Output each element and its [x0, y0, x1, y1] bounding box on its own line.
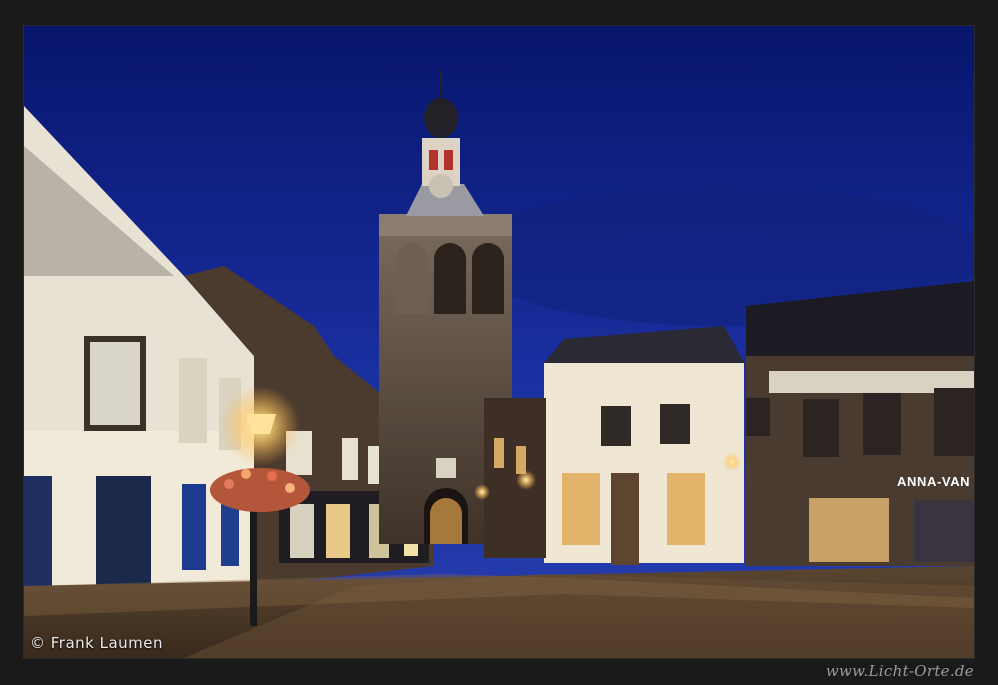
- photograph: ANNA-VAN: [24, 26, 974, 658]
- shop-sign: ANNA-VAN: [897, 474, 970, 489]
- photographer-credit: © Frank Laumen: [30, 634, 164, 652]
- website-watermark: www.Licht-Orte.de: [825, 662, 974, 680]
- far-right-buildings: [746, 281, 974, 566]
